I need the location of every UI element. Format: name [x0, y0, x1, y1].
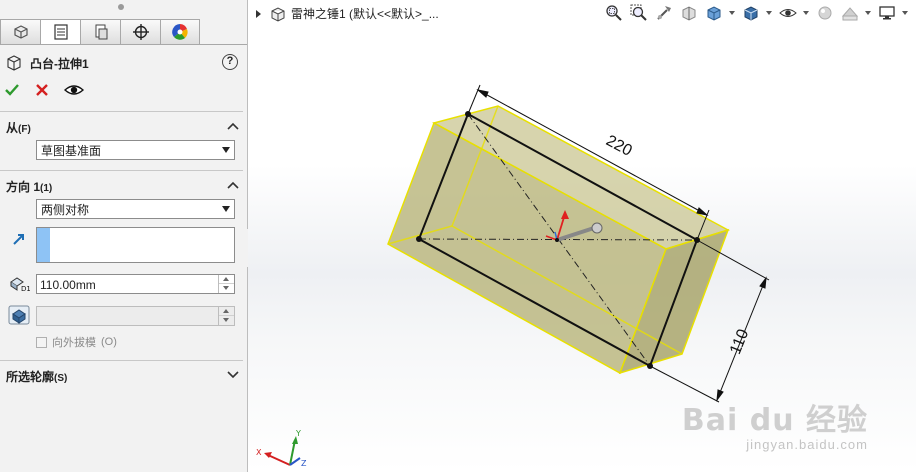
- reverse-direction-icon[interactable]: [8, 229, 30, 249]
- from-section-title[interactable]: 从(F): [6, 119, 31, 136]
- draft-toggle-icon[interactable]: [8, 305, 30, 325]
- color-wheel-icon: [172, 24, 188, 40]
- axis-z-label: Z: [301, 459, 307, 468]
- feature-header: 凸台-拉伸1 ?: [6, 53, 242, 73]
- depth-input[interactable]: 110.00mm: [36, 274, 235, 294]
- height-dimension-label[interactable]: 110: [727, 327, 752, 357]
- graphics-viewport[interactable]: 雷神之锤1 (默认<<默认>_... 220 110 X Y Z Bai du …: [248, 0, 916, 472]
- axis-x-label: X: [256, 448, 262, 457]
- crosshair-icon: [132, 24, 149, 40]
- length-dimension-label[interactable]: 220: [603, 132, 635, 160]
- selected-contours-title[interactable]: 所选轮廓(S): [6, 368, 67, 385]
- dimxpert-tab[interactable]: [120, 19, 160, 45]
- help-button[interactable]: ?: [222, 54, 238, 70]
- cancel-button[interactable]: [34, 82, 50, 98]
- baidu-watermark: Bai du 经验 jingyan.baidu.com: [681, 403, 868, 452]
- property-list-icon: [53, 24, 68, 40]
- coordinate-triad: X Y Z: [256, 429, 307, 468]
- configuration-manager-tab[interactable]: [80, 19, 120, 45]
- ok-button[interactable]: [4, 82, 20, 98]
- draft-angle-input: [36, 306, 235, 326]
- feature-title: 凸台-拉伸1: [30, 56, 89, 71]
- feature-manager-tab[interactable]: [0, 19, 40, 45]
- action-buttons: [4, 80, 84, 100]
- end-condition-select[interactable]: 两侧对称: [36, 199, 235, 219]
- property-manager-panel: 凸台-拉伸1 ? 从(F) 草图基准面 方向 1(1) 两侧对称 D1 110.…: [0, 0, 248, 472]
- draft-outward-option: 向外拔模 (O): [36, 334, 117, 350]
- axis-y-label: Y: [295, 429, 301, 438]
- direction-selection-box[interactable]: [36, 227, 235, 263]
- svg-text:D1: D1: [21, 285, 30, 293]
- from-condition-select[interactable]: 草图基准面: [36, 140, 235, 160]
- chevron-up-icon[interactable]: [227, 122, 239, 130]
- property-manager-tab[interactable]: [40, 19, 80, 45]
- configuration-icon: [95, 24, 107, 40]
- panel-grip[interactable]: [118, 4, 124, 10]
- chevron-up-icon[interactable]: [227, 181, 239, 189]
- display-manager-tab[interactable]: [160, 19, 200, 45]
- help-icon: ?: [226, 55, 234, 67]
- boss-extrude-icon: [7, 55, 21, 71]
- manager-tabs: [0, 19, 200, 45]
- chevron-down-icon[interactable]: [227, 371, 239, 379]
- feature-tree-icon: [13, 25, 28, 39]
- direction1-section-title[interactable]: 方向 1(1): [6, 178, 52, 195]
- preview-eye-icon[interactable]: [64, 82, 84, 98]
- depth-dimension-icon: D1: [8, 273, 30, 293]
- draft-outward-checkbox: [36, 336, 47, 348]
